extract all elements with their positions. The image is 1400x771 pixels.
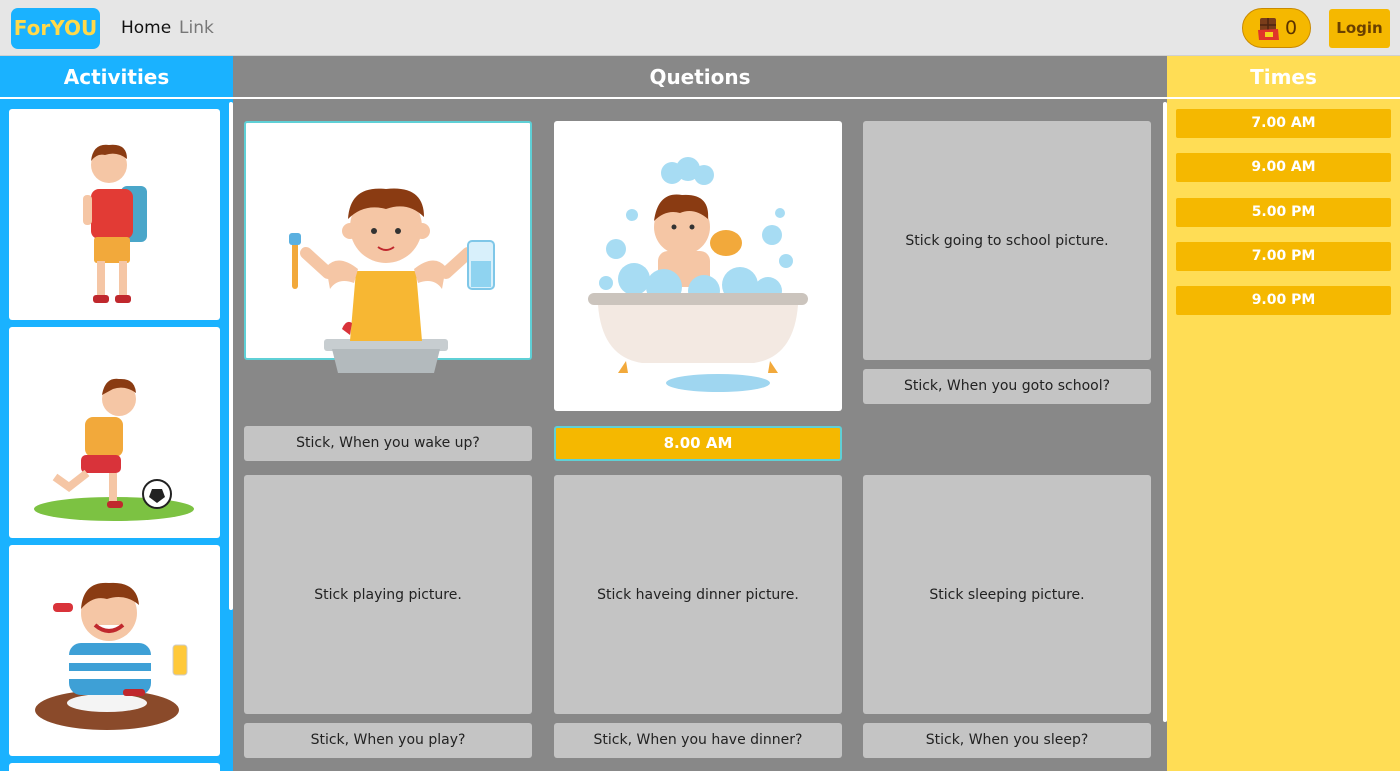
time-chip-700am[interactable]: 7.00 AM [1176,109,1391,138]
boy-taking-bath-icon [588,157,808,392]
question-label-play: Stick, When you play? [244,723,532,758]
chocolate-counter[interactable]: 0 [1242,8,1311,48]
question-answer-bath[interactable]: 8.00 AM [554,426,842,461]
activity-card-backpack[interactable] [9,109,220,320]
chocolate-count: 0 [1285,17,1298,39]
time-chip-900am[interactable]: 9.00 AM [1176,153,1391,182]
question-picture-play[interactable]: Stick playing picture. [244,475,532,714]
chocolate-bar-icon [1258,18,1279,40]
login-button[interactable]: Login [1329,9,1390,48]
boy-brushing-teeth-icon [289,188,495,373]
activity-card-football[interactable] [9,327,220,538]
question-picture-wake-up[interactable] [244,121,532,373]
brand-logo[interactable]: ForYOU [11,8,100,49]
nav-home-link[interactable]: Home [121,18,171,38]
questions-heading: Quetions [233,56,1167,99]
question-label-dinner: Stick, When you have dinner? [554,723,842,758]
question-picture-dinner[interactable]: Stick haveing dinner picture. [554,475,842,714]
time-chip-900pm[interactable]: 9.00 PM [1176,286,1391,315]
picture-placeholder-sleep: Stick sleeping picture. [929,586,1085,603]
question-label-sleep: Stick, When you sleep? [863,723,1151,758]
question-label-wake-up: Stick, When you wake up? [244,426,532,461]
question-label-school: Stick, When you goto school? [863,369,1151,404]
nav-link-link[interactable]: Link [179,18,214,38]
times-panel: Times 7.00 AM 9.00 AM 5.00 PM 7.00 PM 9.… [1167,56,1400,771]
questions-panel: Quetions Stick, When you wake up? 8.00 A… [233,56,1167,771]
picture-placeholder-dinner: Stick haveing dinner picture. [597,586,799,603]
activity-card-eating[interactable] [9,545,220,756]
boy-playing-football-icon [34,378,194,521]
picture-placeholder-play: Stick playing picture. [314,586,462,603]
time-chip-500pm[interactable]: 5.00 PM [1176,198,1391,227]
time-chip-700pm[interactable]: 7.00 PM [1176,242,1391,271]
top-navbar: ForYOU Home Link 0 Login [0,0,1400,56]
boy-eating-dinner-icon [35,582,188,730]
question-picture-school[interactable]: Stick going to school picture. [863,121,1151,360]
times-heading: Times [1167,56,1400,99]
activities-panel: Activities [0,56,233,771]
picture-placeholder-school: Stick going to school picture. [905,232,1109,249]
question-picture-sleep[interactable]: Stick sleeping picture. [863,475,1151,714]
question-picture-bath[interactable] [554,121,842,411]
boy-with-backpack-icon [83,144,147,303]
activities-heading: Activities [0,56,233,99]
activity-card-partial[interactable] [9,763,220,771]
